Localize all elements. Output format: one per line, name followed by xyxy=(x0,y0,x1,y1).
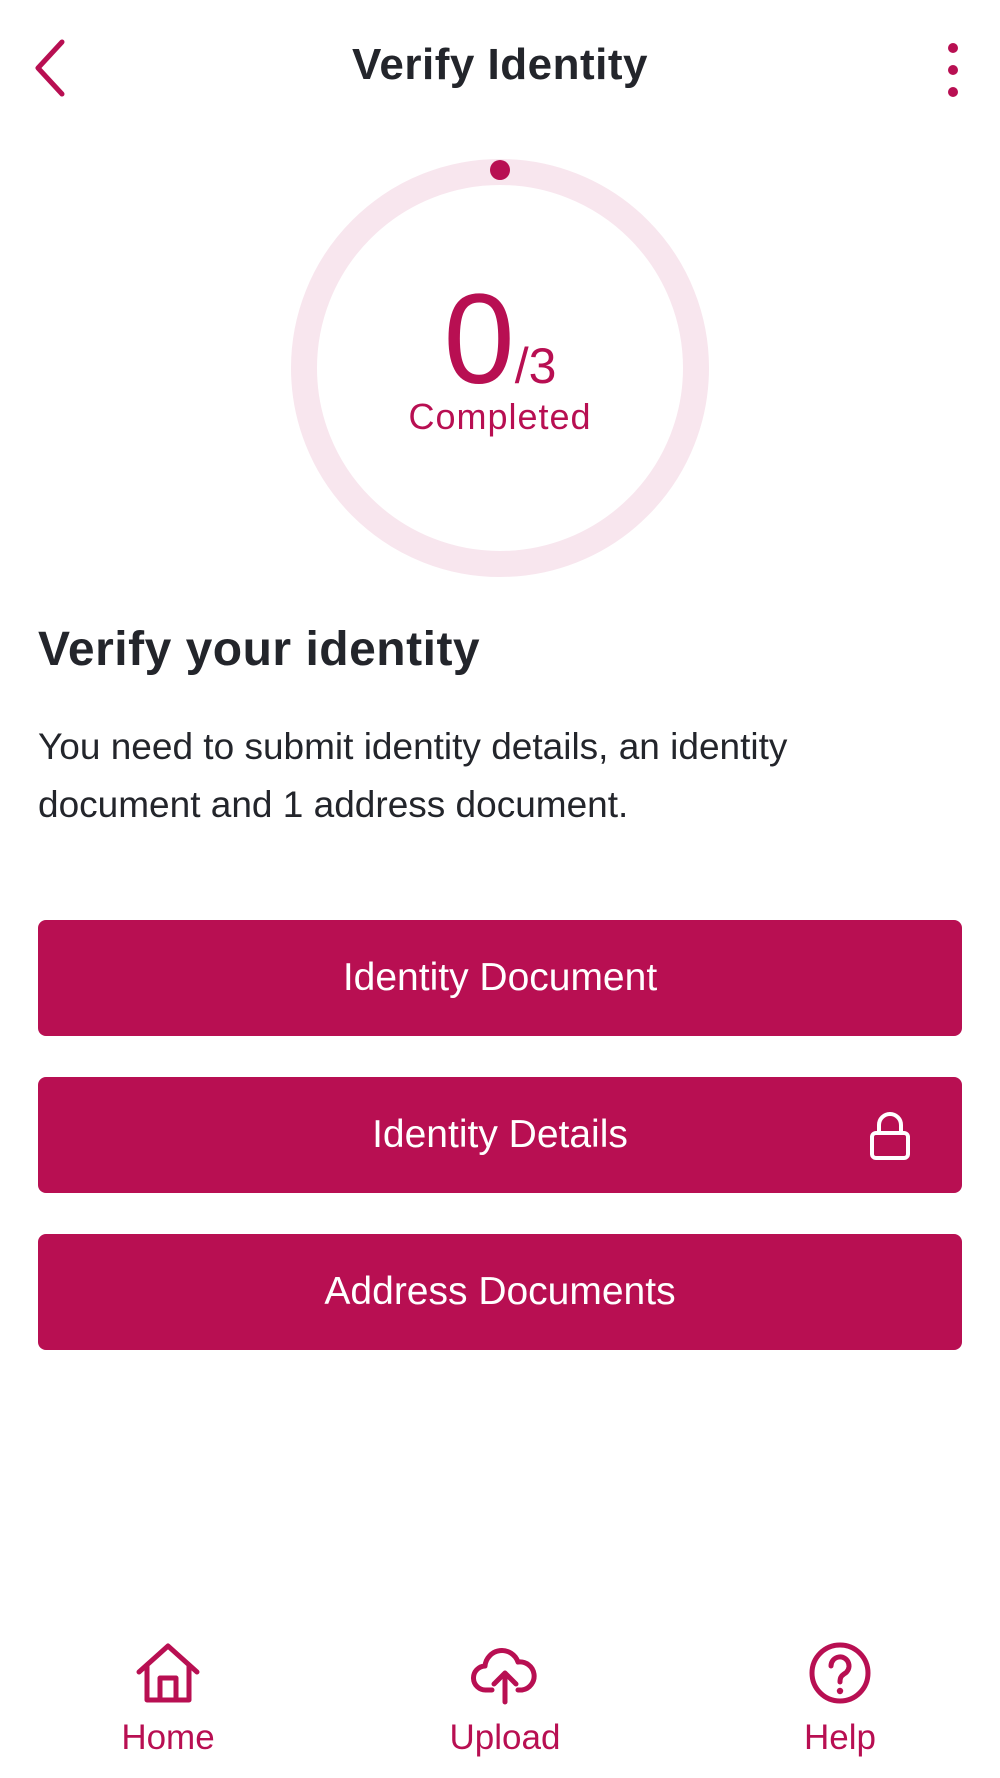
progress-ring-indicator xyxy=(490,160,510,180)
home-icon xyxy=(136,1643,200,1703)
section-description: You need to submit identity details, an … xyxy=(38,726,788,825)
progress-ring: 0/3 Completed xyxy=(290,158,710,578)
more-options-button[interactable] xyxy=(928,34,978,106)
nav-label-home: Home xyxy=(121,1718,215,1757)
identity-details-button[interactable]: Identity Details xyxy=(38,1077,962,1193)
nav-item-home[interactable]: Home xyxy=(68,1638,268,1778)
nav-item-help[interactable]: Help xyxy=(740,1638,940,1778)
lock-icon xyxy=(870,1112,910,1160)
progress-count: 0/3 xyxy=(290,276,710,404)
progress-completed-count: 0 xyxy=(443,268,515,411)
app-header: Verify Identity xyxy=(0,0,1000,140)
progress-label: Completed xyxy=(408,396,592,437)
nav-item-upload[interactable]: Upload xyxy=(405,1638,605,1778)
identity-document-label: Identity Document xyxy=(342,956,658,999)
identity-document-button[interactable]: Identity Document xyxy=(38,920,962,1036)
nav-label-help: Help xyxy=(804,1718,876,1757)
verify-identity-screen: Verify Identity 0/3 Completed Verify you… xyxy=(0,0,1000,1778)
identity-details-label: Identity Details xyxy=(372,1113,628,1156)
cloud-upload-icon xyxy=(471,1648,537,1705)
address-documents-button[interactable]: Address Documents xyxy=(38,1234,962,1350)
progress-total-count: /3 xyxy=(514,338,557,394)
help-circle-icon xyxy=(809,1642,871,1704)
section-heading: Verify your identity xyxy=(38,623,481,676)
bottom-nav: Home Upload Help xyxy=(0,1620,1000,1778)
nav-label-upload: Upload xyxy=(449,1718,561,1757)
page-title: Verify Identity xyxy=(351,40,649,89)
address-documents-label: Address Documents xyxy=(324,1270,676,1313)
more-vertical-icon xyxy=(948,43,958,97)
